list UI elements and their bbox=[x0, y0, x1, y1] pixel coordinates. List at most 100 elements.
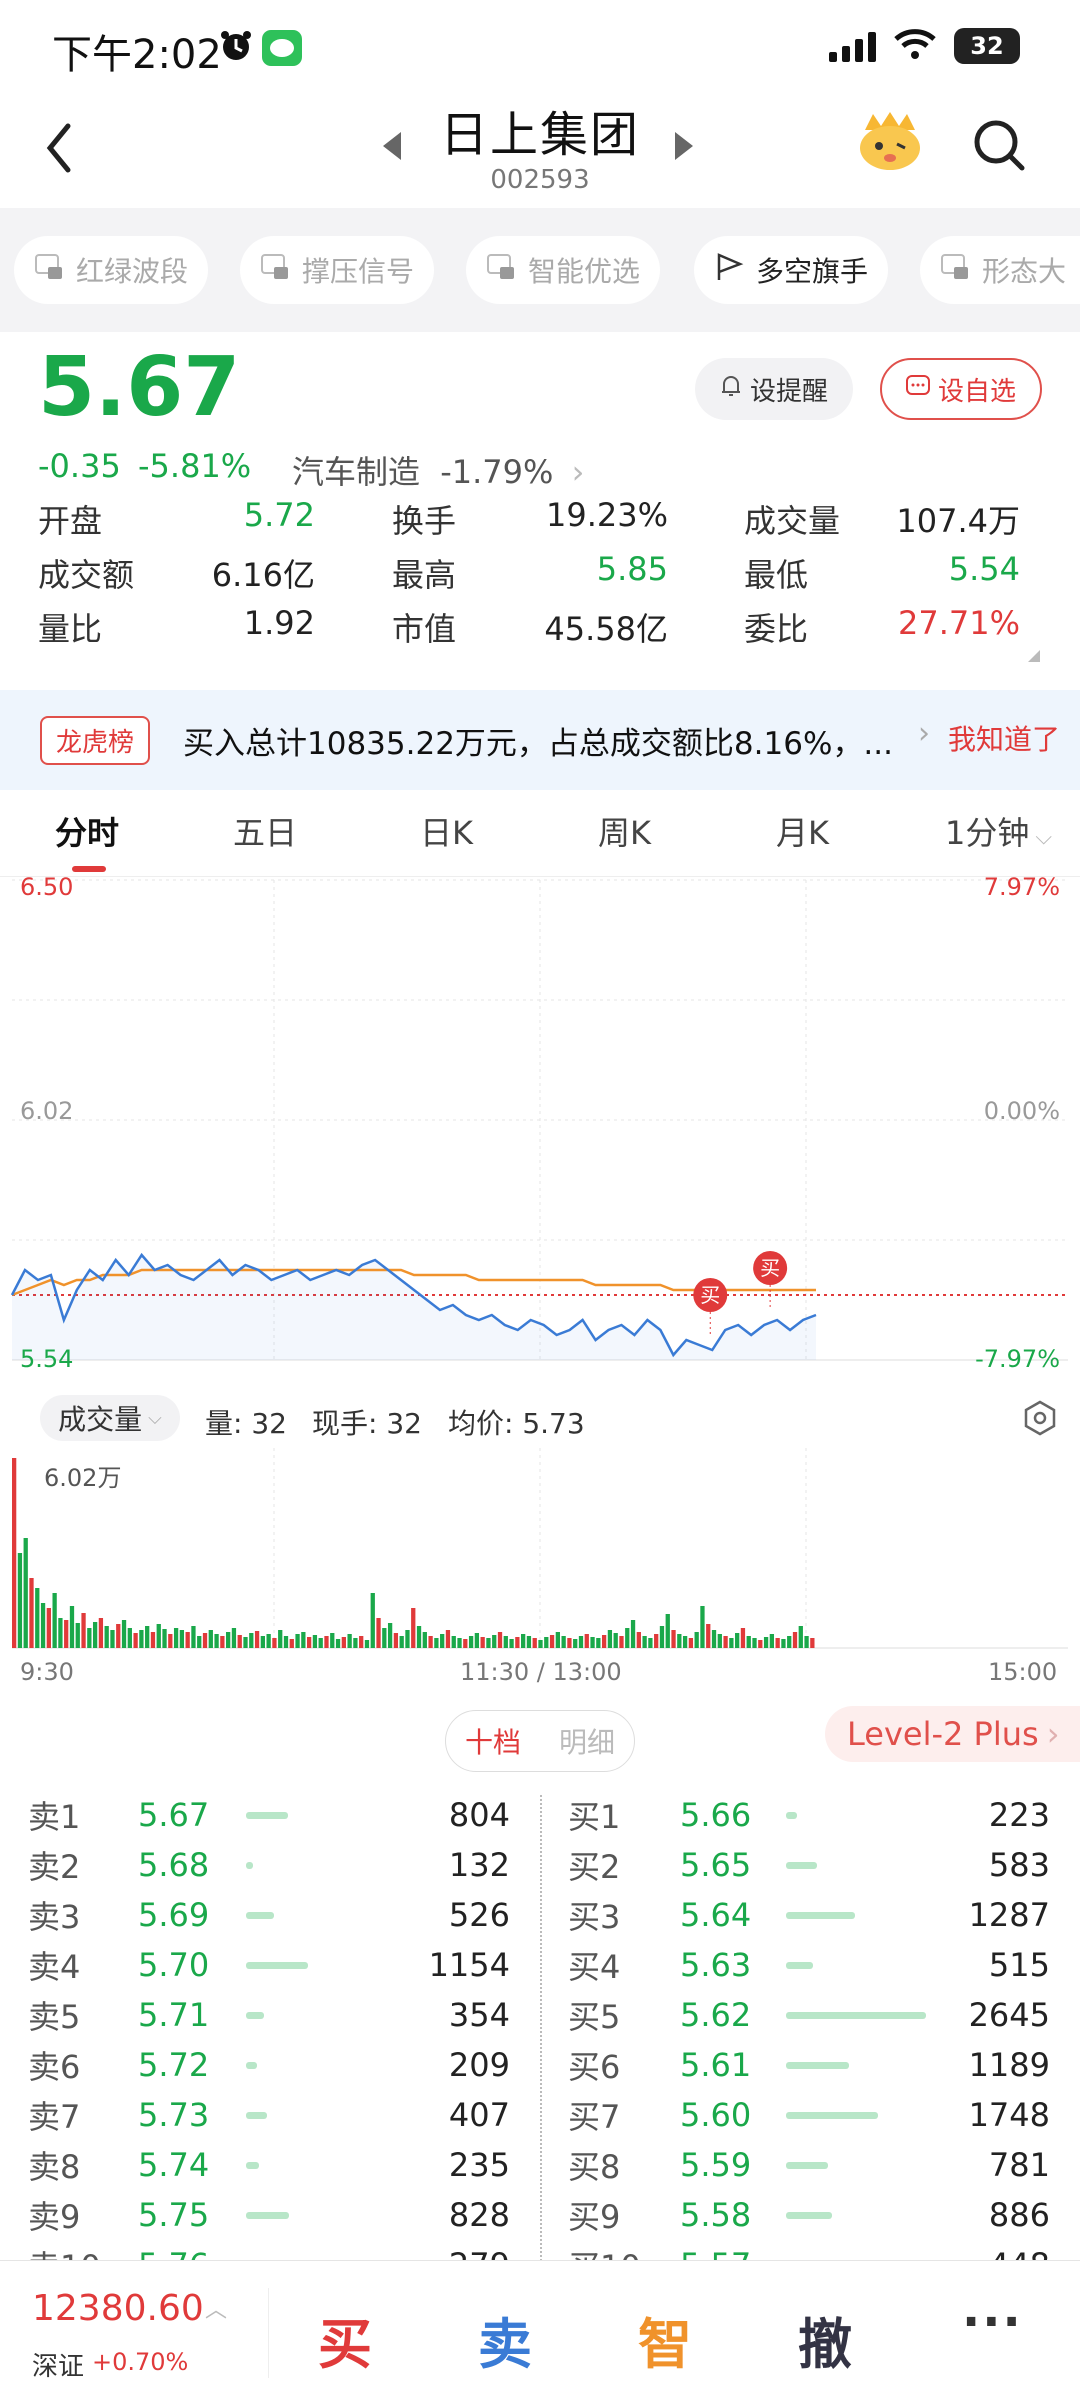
orderbook-price[interactable]: 5.62 bbox=[680, 1990, 751, 2040]
orderbook-price[interactable]: 5.68 bbox=[138, 1840, 209, 1890]
orderbook-price[interactable]: 5.67 bbox=[138, 1790, 209, 1840]
price-change-pct: -5.81% bbox=[138, 447, 252, 485]
orderbook-price[interactable]: 5.73 bbox=[138, 2090, 209, 2140]
volume-bar bbox=[654, 1634, 659, 1648]
volume-bar bbox=[98, 1618, 104, 1648]
orderbook-price[interactable]: 5.58 bbox=[680, 2190, 751, 2240]
orderbook-price[interactable]: 5.66 bbox=[680, 1790, 751, 1840]
add-watchlist-button[interactable]: 设自选 bbox=[880, 358, 1042, 420]
level2-plus-badge[interactable]: Level-2 Plus › bbox=[825, 1706, 1080, 1762]
status-right: 32 bbox=[829, 28, 1020, 64]
orderbook-price[interactable]: 5.59 bbox=[680, 2140, 751, 2190]
orderbook-level-label: 卖6 bbox=[28, 2048, 81, 2086]
volume-bar bbox=[376, 1618, 381, 1648]
stat-label: 市值 bbox=[392, 610, 457, 648]
volume-chart bbox=[12, 1448, 1068, 1649]
tab-intraday[interactable]: 分时 bbox=[55, 808, 119, 854]
volume-bar bbox=[706, 1624, 711, 1648]
orderbook-level-label: 卖2 bbox=[28, 1848, 81, 1886]
mascot-icon[interactable] bbox=[855, 108, 925, 172]
volume-bar bbox=[752, 1638, 757, 1648]
orderbook-price[interactable]: 5.75 bbox=[138, 2190, 209, 2240]
orderbook-level-label: 买7 bbox=[568, 2098, 621, 2136]
orderbook-price[interactable]: 5.61 bbox=[680, 2040, 751, 2090]
chevron-down-icon: ⌵ bbox=[148, 1407, 162, 1429]
volume-bar bbox=[428, 1636, 433, 1648]
volume-bar bbox=[64, 1620, 69, 1648]
chip-pattern[interactable]: 形态大 bbox=[920, 236, 1080, 304]
orderbook-price[interactable]: 5.72 bbox=[138, 2040, 209, 2090]
volume-bar bbox=[480, 1637, 485, 1648]
volume-bar bbox=[87, 1628, 92, 1648]
stat-value: 5.85 bbox=[596, 550, 668, 588]
search-icon[interactable] bbox=[970, 116, 1030, 176]
orderbook-level-label: 卖1 bbox=[28, 1798, 81, 1836]
expand-corner-icon[interactable] bbox=[1028, 650, 1040, 662]
cancel-order-button[interactable]: 撤 bbox=[798, 2300, 852, 2379]
volume-bar bbox=[150, 1632, 156, 1648]
buy-button[interactable]: 买 bbox=[318, 2300, 372, 2379]
volume-bar bbox=[503, 1636, 508, 1648]
volume-bar bbox=[133, 1633, 138, 1648]
orderbook-segment[interactable]: 十档 明细 bbox=[445, 1710, 635, 1772]
volume-bar bbox=[492, 1635, 497, 1648]
volume-indicator-select[interactable]: 成交量 ⌵ bbox=[40, 1395, 180, 1441]
volume-bar bbox=[272, 1638, 277, 1648]
sell-button[interactable]: 卖 bbox=[478, 2300, 532, 2379]
index-value[interactable]: 12380.60 bbox=[32, 2288, 204, 2329]
orderbook-level-label: 买5 bbox=[568, 1998, 621, 2036]
chip-support-resistance[interactable]: 撑压信号 bbox=[240, 236, 435, 304]
volume-bar bbox=[335, 1639, 341, 1648]
tab-daily-k[interactable]: 日K bbox=[420, 808, 473, 854]
volume-bar bbox=[659, 1626, 665, 1648]
flag-icon bbox=[714, 252, 744, 289]
set-alert-button[interactable]: 设提醒 bbox=[695, 358, 853, 420]
orderbook-price[interactable]: 5.60 bbox=[680, 2090, 751, 2140]
volume-bar bbox=[584, 1634, 589, 1648]
volume-bar bbox=[387, 1623, 393, 1648]
orderbook-volume: 132 bbox=[448, 1846, 510, 1884]
stat-value: 5.54 bbox=[948, 550, 1020, 588]
volume-bar bbox=[185, 1632, 190, 1648]
y-axis-max-pct: 7.97% bbox=[983, 873, 1060, 901]
orderbook-price[interactable]: 5.69 bbox=[138, 1890, 209, 1940]
orderbook-price[interactable]: 5.65 bbox=[680, 1840, 751, 1890]
orderbook-volume: 526 bbox=[448, 1896, 510, 1934]
banner-dismiss-button[interactable]: 我知道了 bbox=[948, 718, 1060, 758]
orderbook-price[interactable]: 5.71 bbox=[138, 1990, 209, 2040]
volume-bar bbox=[191, 1626, 196, 1648]
tab-ten-levels[interactable]: 十档 bbox=[446, 1711, 540, 1771]
intraday-chart[interactable]: 买买 bbox=[0, 870, 1080, 1390]
tab-detail[interactable]: 明细 bbox=[540, 1711, 634, 1771]
settings-hex-icon[interactable] bbox=[1022, 1400, 1058, 1440]
orderbook-volume: 1748 bbox=[968, 2096, 1050, 2134]
orderbook-price[interactable]: 5.74 bbox=[138, 2140, 209, 2190]
tab-monthly-k[interactable]: 月K bbox=[776, 808, 829, 854]
tab-weekly-k[interactable]: 周K bbox=[598, 808, 651, 854]
dragon-tiger-tag: 龙虎榜 bbox=[40, 716, 151, 765]
next-stock-arrow-icon[interactable] bbox=[675, 132, 693, 160]
stat-value: 19.23% bbox=[545, 496, 668, 534]
tab-five-day[interactable]: 五日 bbox=[233, 808, 297, 854]
volume-bar bbox=[625, 1628, 630, 1648]
chevron-down-icon: ⌵ bbox=[1035, 825, 1053, 850]
chip-bull-bear-flag[interactable]: 多空旗手 bbox=[694, 236, 889, 304]
orderbook-price[interactable]: 5.70 bbox=[138, 1940, 209, 1990]
time-start: 9:30 bbox=[20, 1658, 74, 1686]
lock-icon bbox=[34, 253, 64, 288]
more-button[interactable]: ··· bbox=[962, 2294, 1023, 2350]
volume-bar bbox=[630, 1620, 636, 1648]
orderbook-price[interactable]: 5.64 bbox=[680, 1890, 751, 1940]
volume-bar bbox=[29, 1578, 34, 1648]
orderbook-volume-bar bbox=[786, 2212, 833, 2219]
smart-trade-button[interactable]: 智 bbox=[638, 2300, 692, 2379]
volume-bar bbox=[468, 1636, 474, 1648]
industry-link[interactable]: 汽车制造 -1.79% › bbox=[292, 447, 584, 493]
banner-text: 买入总计10835.22万元，占总成交额比8.16%，... bbox=[183, 726, 893, 762]
tab-one-minute[interactable]: 1分钟 ⌵ bbox=[945, 808, 1052, 854]
chip-red-green-band[interactable]: 红绿波段 bbox=[14, 236, 209, 304]
orderbook-price[interactable]: 5.63 bbox=[680, 1940, 751, 1990]
volume-bar bbox=[393, 1633, 399, 1648]
volume-bar bbox=[40, 1603, 46, 1648]
chip-smart-select[interactable]: 智能优选 bbox=[466, 236, 661, 304]
